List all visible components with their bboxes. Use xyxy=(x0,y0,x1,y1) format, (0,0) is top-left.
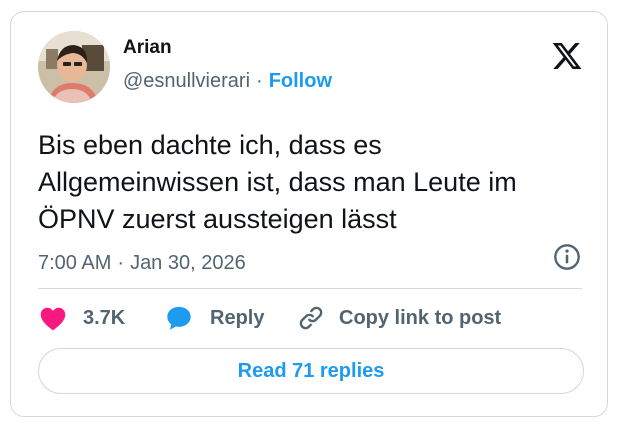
heart-icon xyxy=(40,307,66,331)
avatar[interactable] xyxy=(38,31,110,103)
handle-separator: · xyxy=(256,70,263,92)
tweet-text: Bis eben dachte ich, dass es Allgemeinwi… xyxy=(38,130,517,234)
avatar-image xyxy=(38,31,110,103)
tweet-timestamp[interactable]: 7:00 AM · Jan 30, 2026 xyxy=(38,252,246,275)
reply-button[interactable]: Reply xyxy=(164,302,264,334)
info-icon[interactable] xyxy=(553,243,581,271)
timestamp-separator: · xyxy=(117,252,125,274)
like-count: 3.7K xyxy=(83,306,126,329)
divider xyxy=(38,288,582,289)
author-name[interactable]: Arian xyxy=(123,37,172,59)
copy-link-label: Copy link to post xyxy=(339,306,502,329)
read-replies-button[interactable]: Read 71 replies xyxy=(38,348,584,394)
x-logo-icon[interactable] xyxy=(551,40,583,72)
speech-bubble-icon xyxy=(167,306,191,330)
follow-button[interactable]: Follow xyxy=(269,70,332,93)
tweet-time: 7:00 AM xyxy=(38,252,112,274)
link-icon xyxy=(299,306,323,330)
read-replies-label: Read 71 replies xyxy=(237,359,385,382)
author-handle-row: @esnullvierari · Follow xyxy=(123,70,332,93)
copy-link-button[interactable]: Copy link to post xyxy=(297,302,501,334)
like-button[interactable]: 3.7K xyxy=(39,302,125,334)
tweet-card: Arian @esnullvierari · Follow Bis eben d… xyxy=(10,11,608,417)
tweet-date: Jan 30, 2026 xyxy=(130,252,246,274)
author-handle[interactable]: @esnullvierari xyxy=(123,70,250,93)
reply-label: Reply xyxy=(210,306,265,329)
